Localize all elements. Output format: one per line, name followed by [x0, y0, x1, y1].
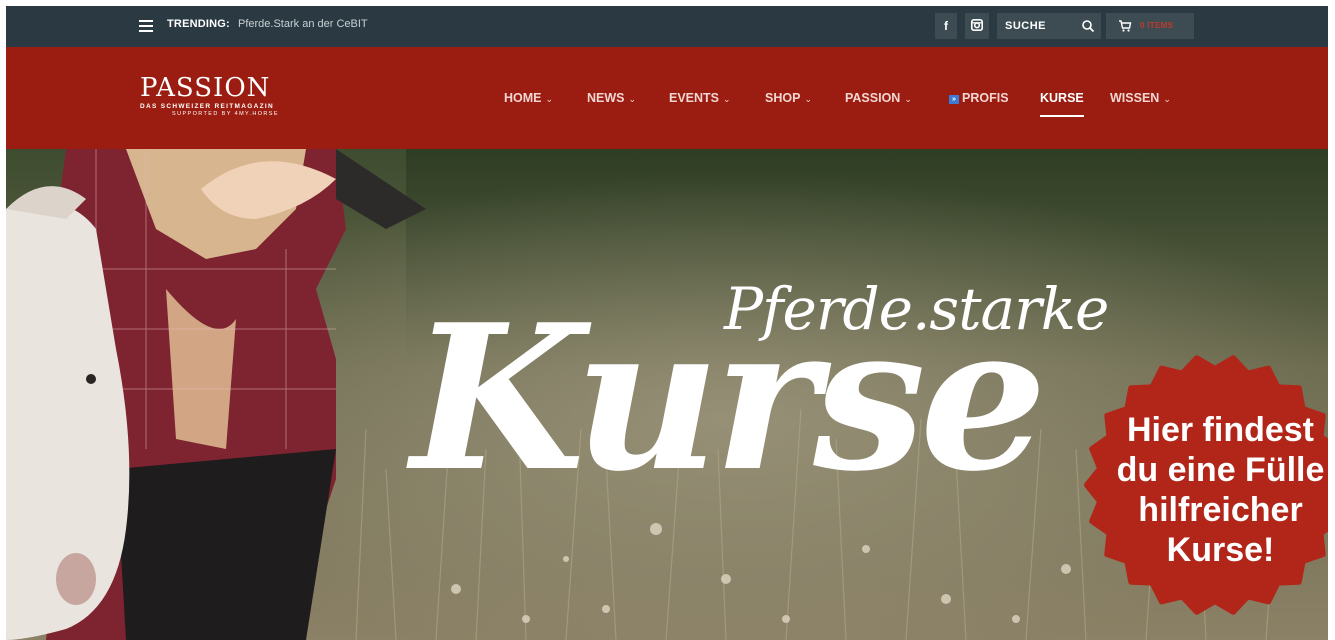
- badge-text[interactable]: Hier findest du eine Fülle hilfreicher K…: [1098, 410, 1328, 570]
- badge-line: Kurse!: [1166, 531, 1275, 569]
- hero-headline-big: Kurse: [411, 281, 1047, 516]
- trending-label: TRENDING:: [167, 18, 230, 30]
- nav-passion[interactable]: PASSION ⌄: [845, 91, 912, 105]
- nav-profis[interactable]: » PROFIS: [949, 91, 1009, 105]
- logo-name: PASSION: [140, 73, 271, 103]
- chevron-down-icon: ⌄: [904, 94, 912, 104]
- chevron-down-icon: ⌄: [545, 94, 554, 104]
- logo-tagline: DAS SCHWEIZER REITMAGAZIN: [140, 103, 274, 110]
- site-logo[interactable]: PASSION DAS SCHWEIZER REITMAGAZIN SUPPOR…: [140, 75, 315, 117]
- nav-kurse[interactable]: KURSE: [1040, 91, 1084, 117]
- logo-supported: SUPPORTED BY 4MY.HORSE: [172, 111, 279, 117]
- menu-icon[interactable]: [139, 20, 153, 32]
- chevron-down-icon: ⌄: [1163, 94, 1171, 104]
- nav-news[interactable]: NEWS ⌄: [587, 91, 636, 105]
- chevron-down-icon: ⌄: [628, 94, 637, 104]
- chevron-down-icon: ⌄: [723, 94, 731, 104]
- site-header: PASSION DAS SCHWEIZER REITMAGAZIN SUPPOR…: [6, 47, 1328, 149]
- instagram-icon[interactable]: [965, 13, 989, 39]
- top-bar: TRENDING: Pferde.Stark an der CeBIT f SU…: [6, 6, 1328, 47]
- chevron-down-icon: ⌄: [804, 94, 812, 104]
- cart-icon: [1119, 20, 1132, 32]
- cart-button[interactable]: 0 ITEMS: [1106, 13, 1194, 39]
- play-icon: »: [949, 95, 959, 104]
- hero-banner: Pferde.starke Kurse Hier findest du eine…: [6, 149, 1328, 640]
- badge-line: hilfreicher: [1138, 491, 1303, 529]
- trending-link[interactable]: Pferde.Stark an der CeBIT: [238, 18, 368, 30]
- nav-shop[interactable]: SHOP ⌄: [765, 91, 812, 105]
- search-box: [997, 13, 1101, 39]
- search-icon[interactable]: [1081, 19, 1095, 33]
- badge-line: du eine Fülle: [1116, 451, 1325, 489]
- nav-wissen[interactable]: WISSEN ⌄: [1110, 91, 1171, 105]
- nav-home[interactable]: HOME ⌄: [504, 91, 553, 105]
- cart-count: 0 ITEMS: [1140, 21, 1174, 30]
- badge-line: Hier findest: [1126, 411, 1315, 449]
- search-input[interactable]: [1005, 18, 1065, 34]
- page-frame: TRENDING: Pferde.Stark an der CeBIT f SU…: [6, 6, 1328, 640]
- facebook-icon[interactable]: f: [935, 13, 957, 39]
- nav-events[interactable]: EVENTS ⌄: [669, 91, 731, 105]
